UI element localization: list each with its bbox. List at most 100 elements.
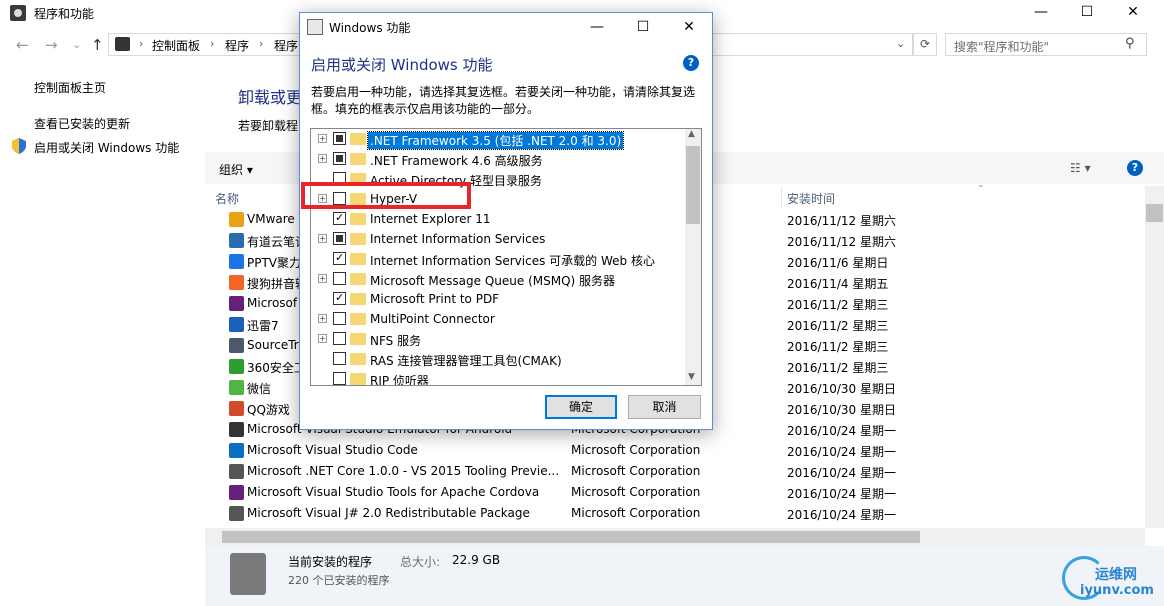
breadcrumb-control-panel[interactable]: 控制面板 bbox=[152, 37, 200, 54]
refresh-icon[interactable]: ⟳ bbox=[913, 33, 937, 56]
feature-checkbox[interactable] bbox=[333, 251, 346, 265]
feature-item[interactable]: Microsoft Print to PDF bbox=[311, 289, 687, 309]
feature-item[interactable]: Internet Explorer 11 bbox=[311, 209, 687, 229]
feature-checkbox[interactable] bbox=[333, 152, 346, 165]
close-button[interactable]: ✕ bbox=[1110, 0, 1156, 26]
dialog-close-button[interactable]: ✕ bbox=[666, 14, 712, 40]
program-name[interactable]: Microsof bbox=[247, 296, 297, 310]
sidebar-item-windows-features[interactable]: 启用或关闭 Windows 功能 bbox=[34, 139, 179, 156]
page-subtitle: 若要卸载程 bbox=[238, 119, 299, 133]
feature-item[interactable]: + Internet Information Services bbox=[311, 229, 687, 249]
feature-item[interactable]: + NFS 服务 bbox=[311, 329, 687, 349]
program-name[interactable]: 迅雷7 bbox=[247, 317, 279, 334]
column-installed-on[interactable]: 安装时间 bbox=[787, 190, 835, 207]
program-name[interactable]: QQ游戏 bbox=[247, 401, 290, 418]
feature-label[interactable]: Internet Information Services bbox=[368, 232, 547, 246]
feature-tree[interactable]: + .NET Framework 3.5 (包括 .NET 2.0 和 3.0)… bbox=[310, 128, 702, 386]
scroll-up-icon[interactable]: ▲ bbox=[688, 129, 695, 139]
expand-icon[interactable]: + bbox=[318, 274, 327, 283]
feature-label[interactable]: MultiPoint Connector bbox=[368, 312, 497, 326]
horizontal-scrollbar-thumb[interactable] bbox=[222, 531, 920, 543]
feature-label[interactable]: Microsoft Message Queue (MSMQ) 服务器 bbox=[368, 272, 617, 289]
search-icon[interactable]: ⚲ bbox=[1125, 36, 1135, 51]
help-icon[interactable]: ? bbox=[1127, 160, 1143, 176]
back-arrow-icon[interactable]: ← bbox=[16, 36, 29, 54]
dialog-maximize-button[interactable]: ☐ bbox=[620, 14, 666, 40]
column-name[interactable]: 名称 bbox=[215, 190, 239, 207]
feature-label[interactable]: .NET Framework 4.6 高级服务 bbox=[368, 152, 545, 169]
expand-icon[interactable]: + bbox=[318, 154, 327, 163]
program-name[interactable]: VMware bbox=[247, 212, 295, 226]
feature-checkbox[interactable] bbox=[333, 272, 346, 285]
feature-checkbox[interactable] bbox=[333, 332, 346, 345]
view-options-icon[interactable]: ☷ ▾ bbox=[1070, 161, 1091, 175]
breadcrumb-programs-features[interactable]: 程序 bbox=[274, 37, 298, 54]
ok-button[interactable]: 确定 bbox=[545, 395, 617, 419]
tree-scrollbar-thumb[interactable] bbox=[686, 146, 700, 224]
sidebar-item-home[interactable]: 控制面板主页 bbox=[34, 79, 106, 96]
up-arrow-icon[interactable]: ↑ bbox=[91, 36, 104, 54]
dialog-minimize-button[interactable]: — bbox=[574, 14, 620, 40]
status-size: 22.9 GB bbox=[452, 553, 501, 567]
feature-item[interactable]: RIP 侦听器 bbox=[311, 369, 687, 385]
program-name[interactable]: PPTV聚力 bbox=[247, 254, 301, 271]
forward-arrow-icon[interactable]: → bbox=[45, 36, 58, 54]
folder-icon bbox=[350, 293, 366, 305]
organize-menu[interactable]: 组织 ▾ bbox=[219, 161, 253, 178]
vertical-scrollbar[interactable] bbox=[1145, 186, 1164, 528]
folder-icon bbox=[350, 313, 366, 325]
feature-item[interactable]: Internet Information Services 可承载的 Web 核… bbox=[311, 249, 687, 269]
program-name[interactable]: Microsoft .NET Core 1.0.0 - VS 2015 Tool… bbox=[247, 464, 559, 478]
watermark-url: iyunv.com bbox=[1080, 583, 1154, 598]
vertical-scrollbar-thumb[interactable] bbox=[1146, 204, 1163, 222]
feature-checkbox[interactable] bbox=[333, 132, 346, 145]
cancel-button[interactable]: 取消 bbox=[628, 395, 701, 419]
scroll-down-icon[interactable]: ▼ bbox=[688, 372, 695, 382]
feature-item[interactable]: + .NET Framework 4.6 高级服务 bbox=[311, 149, 687, 169]
expand-icon[interactable]: + bbox=[318, 314, 327, 323]
program-name[interactable]: Microsoft Visual J# 2.0 Redistributable … bbox=[247, 506, 530, 520]
program-name[interactable]: 搜狗拼音输 bbox=[247, 275, 307, 292]
feature-label[interactable]: Internet Information Services 可承载的 Web 核… bbox=[368, 252, 657, 269]
expand-icon[interactable]: + bbox=[318, 134, 327, 143]
sidebar-item-installed-updates[interactable]: 查看已安装的更新 bbox=[34, 115, 130, 132]
feature-label[interactable]: .NET Framework 3.5 (包括 .NET 2.0 和 3.0) bbox=[366, 131, 625, 150]
feature-label[interactable]: Microsoft Print to PDF bbox=[368, 292, 501, 306]
feature-item[interactable]: + MultiPoint Connector bbox=[311, 309, 687, 329]
feature-checkbox[interactable] bbox=[333, 291, 346, 305]
hyper-v-highlight-annotation bbox=[301, 182, 471, 209]
program-name[interactable]: Microsoft Visual Studio Tools for Apache… bbox=[247, 485, 539, 499]
address-dropdown-icon[interactable]: ⌄ bbox=[896, 37, 905, 50]
feature-label[interactable]: RIP 侦听器 bbox=[368, 372, 431, 385]
expand-icon[interactable]: + bbox=[318, 234, 327, 243]
sourcetree-icon bbox=[229, 338, 244, 353]
breadcrumb-separator: › bbox=[139, 37, 144, 50]
feature-item[interactable]: + .NET Framework 3.5 (包括 .NET 2.0 和 3.0) bbox=[311, 129, 687, 150]
maximize-button[interactable]: ☐ bbox=[1064, 0, 1110, 26]
feature-item[interactable]: + Microsoft Message Queue (MSMQ) 服务器 bbox=[311, 269, 687, 289]
feature-checkbox[interactable] bbox=[333, 352, 346, 365]
wechat-icon bbox=[229, 380, 244, 395]
feature-label[interactable]: Internet Explorer 11 bbox=[368, 212, 493, 226]
program-name[interactable]: Microsoft Visual Studio Code bbox=[247, 443, 418, 457]
feature-checkbox[interactable] bbox=[333, 312, 346, 325]
feature-checkbox[interactable] bbox=[333, 372, 346, 385]
feature-checkbox[interactable] bbox=[333, 211, 346, 225]
feature-checkbox[interactable] bbox=[333, 232, 346, 245]
feature-label[interactable]: NFS 服务 bbox=[368, 332, 423, 349]
dialog-help-icon[interactable]: ? bbox=[683, 55, 699, 71]
program-name[interactable]: 有道云笔记 bbox=[247, 233, 307, 250]
minimize-button[interactable]: — bbox=[1018, 0, 1064, 26]
program-date: 2016/11/4 星期五 bbox=[787, 277, 889, 291]
dialog-description: 若要启用一种功能，请选择其复选框。若要关闭一种功能，请清除其复选框。填充的框表示… bbox=[311, 85, 696, 116]
program-name[interactable]: 微信 bbox=[247, 380, 271, 397]
feature-item[interactable]: RAS 连接管理器管理工具包(CMAK) bbox=[311, 349, 687, 369]
program-name[interactable]: SourceTr bbox=[247, 338, 299, 352]
expand-icon[interactable]: + bbox=[318, 334, 327, 343]
program-name[interactable]: 360安全工 bbox=[247, 359, 306, 376]
column-divider[interactable] bbox=[781, 186, 782, 208]
breadcrumb-programs[interactable]: 程序 bbox=[225, 37, 249, 54]
recent-dropdown-icon[interactable]: ⌄ bbox=[72, 38, 81, 51]
breadcrumb-separator: › bbox=[210, 37, 215, 50]
feature-label[interactable]: RAS 连接管理器管理工具包(CMAK) bbox=[368, 352, 564, 369]
